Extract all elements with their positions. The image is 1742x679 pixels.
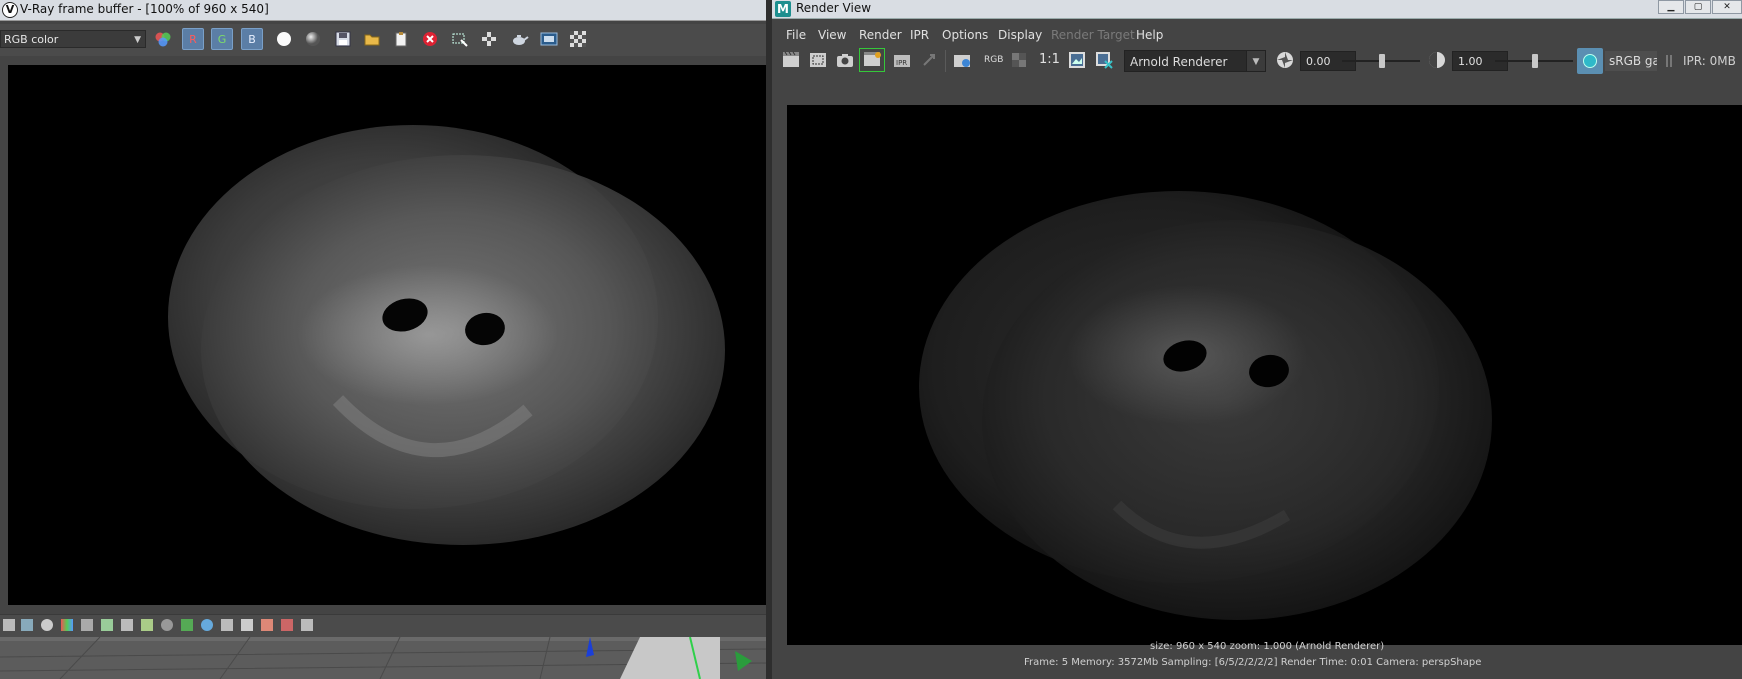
channel-select-value: RGB color: [4, 33, 59, 46]
clipboard-icon[interactable]: [393, 31, 409, 47]
maya-logo-icon: M: [775, 1, 791, 17]
teapot-render-icon[interactable]: [511, 31, 529, 47]
split-icon[interactable]: [261, 619, 273, 631]
vray-window-title: V-Ray frame buffer - [100% of 960 x 540]: [20, 2, 269, 16]
maya-viewport-background: [0, 637, 768, 679]
render-view-title-bar[interactable]: M Render View ▁ ▢ ✕: [772, 0, 1742, 19]
rgb-channel-button[interactable]: RGB: [984, 55, 1003, 65]
menu-view[interactable]: View: [818, 28, 846, 42]
minimize-button[interactable]: ▁: [1658, 0, 1684, 14]
remove-image-icon[interactable]: [1095, 51, 1113, 69]
region-render-icon[interactable]: [452, 31, 468, 47]
color-management-toggle[interactable]: [1577, 48, 1603, 74]
clear-image-icon[interactable]: [422, 31, 438, 47]
menu-ipr[interactable]: IPR: [910, 28, 929, 42]
pause-ipr-icon[interactable]: [1666, 55, 1672, 67]
info-icon[interactable]: [41, 619, 53, 631]
checker-icon[interactable]: [570, 31, 586, 47]
ipr-render-icon[interactable]: [859, 48, 885, 72]
color-channels-icon[interactable]: [154, 31, 172, 47]
ipr-tuning-icon[interactable]: IPR: [893, 51, 911, 69]
ipr-memory-label: IPR: 0MB: [1683, 54, 1736, 68]
render-view-window: M Render View ▁ ▢ ✕: [772, 0, 1742, 679]
vray-frame-buffer-window: V V-Ray frame buffer - [100% of 960 x 54…: [0, 0, 768, 679]
render-stats-info: Frame: 5 Memory: 3572Mb Sampling: [6/5/2…: [1024, 657, 1482, 668]
exposure-icon[interactable]: [141, 619, 153, 631]
arnold-render-image: [787, 105, 1742, 645]
alpha-channel-icon[interactable]: [1010, 51, 1028, 69]
keep-image-icon[interactable]: [1068, 51, 1086, 69]
close-button[interactable]: ✕: [1712, 0, 1742, 14]
vray-title-bar[interactable]: V V-Ray frame buffer - [100% of 960 x 54…: [0, 0, 768, 21]
real-size-button[interactable]: 1:1: [1039, 52, 1060, 67]
vray-bottom-toolbar: [0, 614, 768, 637]
refresh-ipr-icon: [920, 51, 938, 69]
menu-render[interactable]: Render: [859, 28, 902, 42]
render-size-info: size: 960 x 540 zoom: 1.000 (Arnold Rend…: [1150, 641, 1385, 652]
compare-icon[interactable]: [241, 619, 253, 631]
snapshot-icon[interactable]: [836, 51, 854, 69]
blue-channel-button[interactable]: B: [241, 28, 263, 50]
settings-icon[interactable]: [161, 619, 173, 631]
globe-icon[interactable]: [201, 619, 213, 631]
menu-render-target: Render Target: [1051, 28, 1135, 42]
menu-help[interactable]: Help: [1136, 28, 1163, 42]
view-transform-select[interactable]: sRGB gam: [1605, 51, 1657, 71]
gamma-icon[interactable]: [1428, 51, 1446, 69]
redo-render-icon[interactable]: [782, 51, 800, 69]
chevron-down-icon: ▼: [1246, 51, 1265, 71]
levels-icon[interactable]: [81, 619, 93, 631]
grey-circle-icon[interactable]: [305, 31, 321, 47]
channel-select[interactable]: RGB color ▼: [0, 30, 146, 48]
layers-icon[interactable]: [21, 619, 33, 631]
toolbar-separator: [945, 50, 946, 72]
render-settings-icon[interactable]: [953, 51, 971, 69]
red-channel-button[interactable]: R: [182, 28, 204, 50]
curve-icon[interactable]: [101, 619, 113, 631]
lut-icon[interactable]: [181, 619, 193, 631]
track-mouse-icon[interactable]: [481, 31, 497, 47]
open-folder-icon[interactable]: [364, 31, 380, 47]
maximize-button[interactable]: ▢: [1685, 0, 1711, 14]
render-view-window-title: Render View: [796, 1, 872, 15]
chevron-down-icon: ▼: [134, 35, 141, 45]
color-correction-icon[interactable]: [61, 619, 73, 631]
color-management-icon: [1583, 54, 1597, 68]
menu-file[interactable]: File: [786, 28, 806, 42]
white-circle-icon[interactable]: [276, 31, 292, 47]
menu-display[interactable]: Display: [998, 28, 1042, 42]
svg-text:IPR: IPR: [896, 59, 907, 67]
green-channel-button[interactable]: G: [211, 28, 233, 50]
renderer-select[interactable]: Arnold Renderer ▼: [1124, 50, 1266, 72]
exposure-icon[interactable]: [1276, 51, 1294, 69]
gamma-slider-handle[interactable]: [1532, 54, 1538, 68]
render-region-icon[interactable]: [809, 51, 827, 69]
vray-render-image: [8, 65, 766, 605]
renderer-select-value: Arnold Renderer: [1130, 55, 1228, 69]
image-info-icon[interactable]: [3, 619, 15, 631]
vray-logo-icon: V: [2, 2, 18, 18]
lens-effects-icon[interactable]: [301, 619, 313, 631]
exposure-slider-handle[interactable]: [1379, 54, 1385, 68]
save-icon[interactable]: [335, 31, 351, 47]
display-icon[interactable]: [221, 619, 233, 631]
history-icon[interactable]: [540, 31, 558, 47]
menu-options[interactable]: Options: [942, 28, 988, 42]
stamp-icon[interactable]: [281, 619, 293, 631]
histogram-icon[interactable]: [121, 619, 133, 631]
